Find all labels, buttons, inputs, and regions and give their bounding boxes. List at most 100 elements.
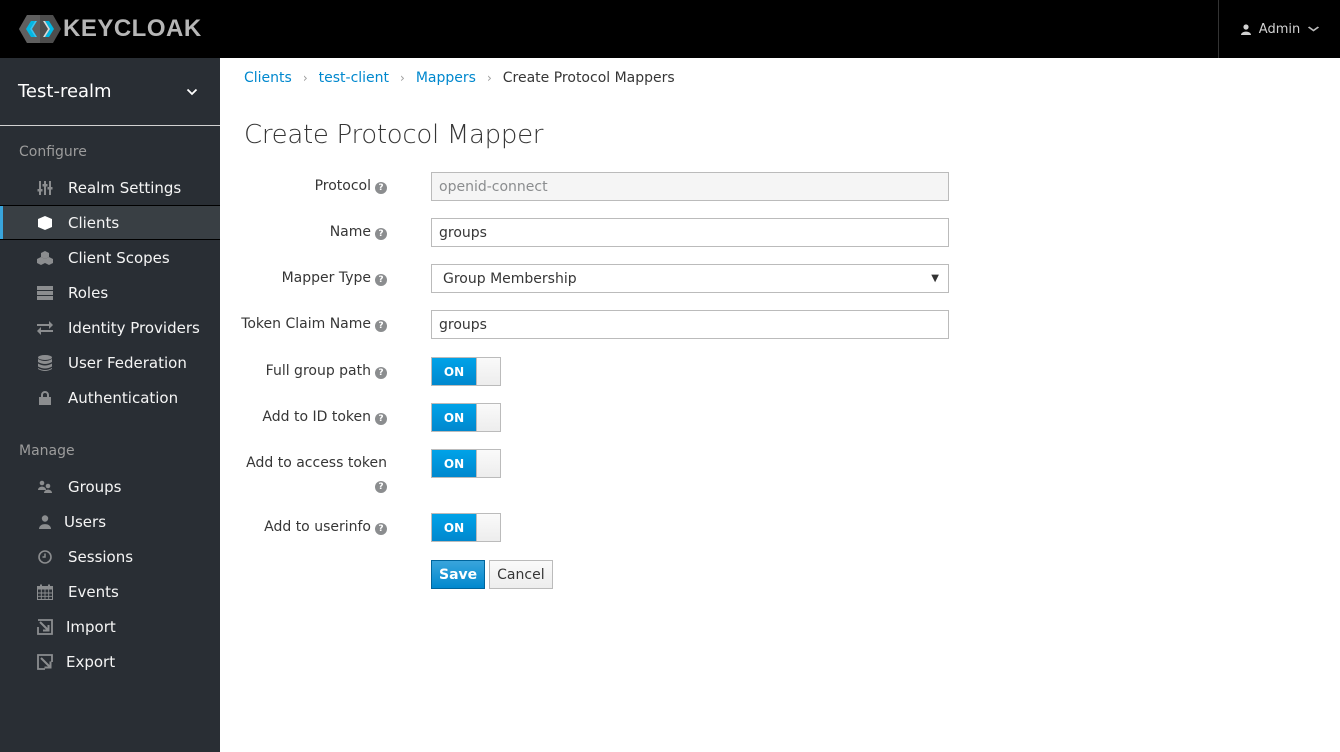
sidebar-item-clients[interactable]: Clients [0,205,220,240]
clock-icon [36,549,54,565]
realm-name: Test-realm [18,81,112,102]
help-icon[interactable]: ? [375,523,387,535]
toggle-knob [476,358,500,385]
add-to-id-token-toggle[interactable]: ON [431,403,501,432]
sidebar-item-events[interactable]: Events [0,574,220,609]
dropdown-arrow-icon: ▼ [931,273,939,284]
sidebar-item-label: Sessions [68,547,134,566]
save-button[interactable]: Save [431,560,486,589]
add-to-access-token-label-text: Add to access token [246,455,387,471]
sidebar-item-export[interactable]: Export [0,644,220,679]
protocol-field: openid-connect [431,172,949,201]
sidebar-item-import[interactable]: Import [0,609,220,644]
sidebar-item-label: Import [66,617,116,636]
add-to-id-token-label-text: Add to ID token [262,409,371,425]
database-icon [36,354,54,371]
name-input[interactable]: groups [431,218,949,247]
breadcrumb-clients[interactable]: Clients [244,70,292,86]
sidebar-item-label: Realm Settings [68,178,182,197]
sidebar-item-identity-providers[interactable]: Identity Providers [0,310,220,345]
help-icon[interactable]: ? [375,320,387,332]
token-claim-name-label: Token Claim Name? [241,313,387,335]
form-actions: Save Cancel [431,560,553,589]
section-title-manage: Manage [19,443,75,459]
token-claim-name-label-text: Token Claim Name [241,316,371,332]
toggle-knob [476,404,500,431]
sidebar-item-groups[interactable]: Groups [0,469,220,504]
add-to-id-token-label: Add to ID token? [262,406,387,428]
toggle-knob [476,450,500,477]
mapper-type-value: Group Membership [443,270,577,287]
mapper-type-select[interactable]: Group Membership ▼ [431,264,949,293]
protocol-label-text: Protocol [314,178,371,194]
sidebar-item-sessions[interactable]: Sessions [0,539,220,574]
sidebar: Test-realm Configure Realm Settings Clie… [0,58,220,752]
sidebar-item-label: User Federation [68,353,187,372]
page-title: Create Protocol Mapper [244,120,544,150]
export-icon [36,653,54,670]
add-to-userinfo-toggle[interactable]: ON [431,513,501,542]
full-group-path-label-text: Full group path [265,363,371,379]
breadcrumb-separator: › [400,71,405,85]
sidebar-item-label: Groups [68,477,122,496]
name-label-text: Name [329,224,371,240]
name-label: Name? [330,221,387,243]
token-claim-name-input[interactable]: groups [431,310,949,339]
sidebar-item-label: Users [64,512,107,531]
user-menu-dropdown[interactable]: Admin [1218,0,1340,58]
sidebar-item-user-federation[interactable]: User Federation [0,345,220,380]
help-icon[interactable]: ? [375,182,387,194]
help-icon[interactable]: ? [375,228,387,240]
help-icon[interactable]: ? [375,413,387,425]
sidebar-item-label: Events [68,582,119,601]
calendar-icon [36,584,54,600]
realm-selector[interactable]: Test-realm [0,58,220,126]
full-group-path-toggle[interactable]: ON [431,357,501,386]
lock-icon [36,390,54,406]
sidebar-item-authentication[interactable]: Authentication [0,380,220,415]
toggle-on-label: ON [432,450,476,477]
sidebar-item-label: Clients [68,213,120,232]
exchange-icon [36,320,54,336]
breadcrumb-mappers[interactable]: Mappers [416,70,476,86]
help-icon[interactable]: ? [375,367,387,379]
server-icon [36,285,54,301]
sliders-icon [36,180,54,196]
sidebar-item-label: Roles [68,283,109,302]
mapper-type-label-text: Mapper Type [281,270,371,286]
top-navbar: KEYCLOAK Admin [0,0,1340,58]
user-icon [1240,23,1251,35]
add-to-userinfo-label: Add to userinfo? [264,516,387,538]
section-title-configure: Configure [19,144,87,160]
cancel-button[interactable]: Cancel [489,560,553,589]
chevron-down-icon [1308,26,1320,32]
main-content: Clients › test-client › Mappers › Create… [241,58,1340,589]
breadcrumb: Clients › test-client › Mappers › Create… [244,70,1340,86]
sidebar-item-roles[interactable]: Roles [0,275,220,310]
sidebar-item-label: Authentication [68,388,179,407]
sidebar-item-realm-settings[interactable]: Realm Settings [0,170,220,205]
cubes-icon [36,250,54,266]
user-icon [36,514,54,530]
help-icon[interactable]: ? [375,274,387,286]
toggle-on-label: ON [432,358,476,385]
toggle-on-label: ON [432,514,476,541]
breadcrumb-current: Create Protocol Mappers [502,70,675,86]
add-to-access-token-toggle[interactable]: ON [431,449,501,478]
toggle-on-label: ON [432,404,476,431]
keycloak-logo[interactable]: KEYCLOAK [18,12,202,46]
sidebar-item-users[interactable]: Users [0,504,220,539]
add-to-userinfo-label-text: Add to userinfo [264,519,371,535]
users-icon [36,479,54,495]
sidebar-item-label: Client Scopes [68,248,170,267]
sidebar-item-label: Export [66,652,116,671]
sidebar-item-label: Identity Providers [68,318,200,337]
protocol-label: Protocol? [315,175,387,197]
help-icon[interactable]: ? [375,481,387,493]
user-menu-label: Admin [1258,21,1301,37]
mapper-type-label: Mapper Type? [282,267,387,289]
chevron-down-icon [186,88,198,95]
sidebar-item-client-scopes[interactable]: Client Scopes [0,240,220,275]
keycloak-logo-icon [19,15,61,43]
breadcrumb-test-client[interactable]: test-client [319,70,389,86]
